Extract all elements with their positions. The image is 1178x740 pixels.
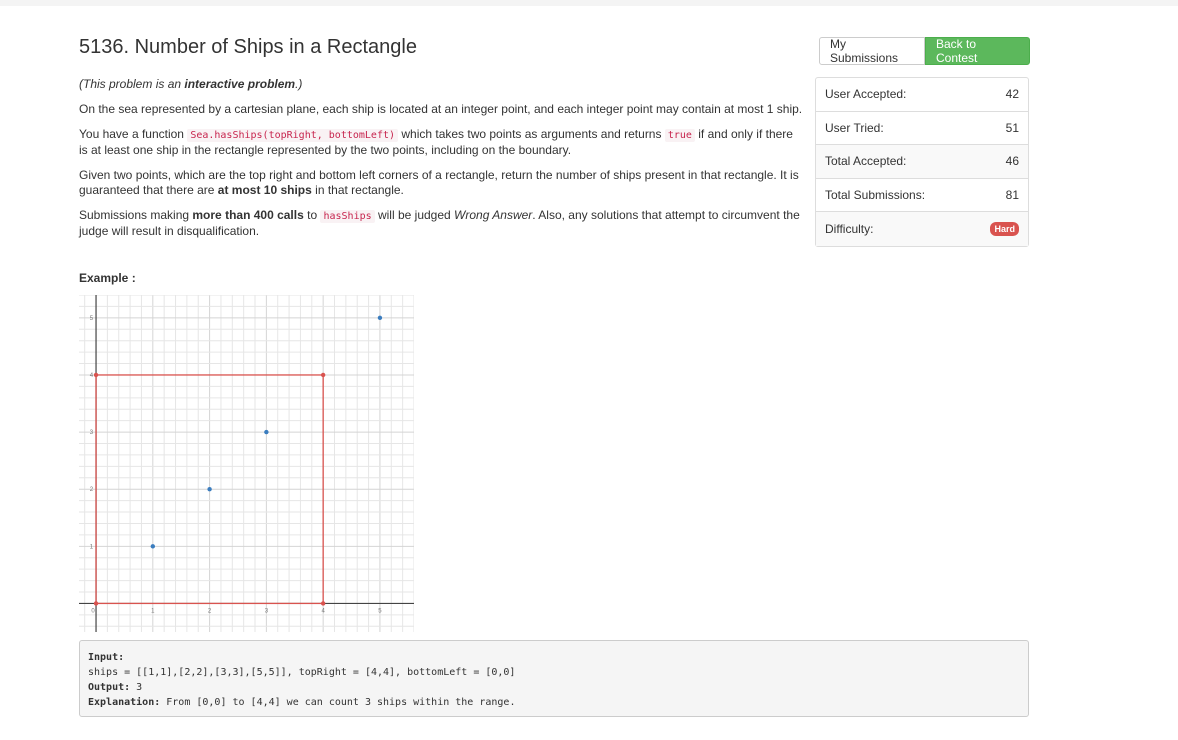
desc-text: will be judged: [374, 208, 455, 222]
rectangle-corner-point: [93, 601, 99, 606]
explanation-label: Explanation:: [88, 697, 161, 708]
input-label: Input:: [88, 652, 125, 663]
desc-text: You have a function: [79, 127, 188, 141]
y-tick-label: 1: [90, 544, 94, 550]
y-tick-label: 2: [90, 487, 94, 493]
desc-paragraph: Submissions making more than 400 calls t…: [79, 208, 804, 239]
desc-italic: Wrong Answer: [454, 208, 533, 222]
stat-row-user-tried: User Tried: 51: [816, 112, 1028, 146]
inline-code: Sea.hasShips(topRight, bottomLeft): [187, 129, 399, 142]
y-tick-label: 3: [90, 430, 94, 436]
input-value: ships = [[1,1],[2,2],[3,3],[5,5]], topRi…: [88, 667, 516, 678]
stat-row-difficulty: Difficulty: Hard: [816, 212, 1028, 246]
stat-label: Total Accepted:: [825, 154, 907, 169]
page-title: 5136. Number of Ships in a Rectangle: [79, 36, 417, 58]
stat-label: User Tried:: [825, 120, 884, 135]
desc-paragraph: On the sea represented by a cartesian pl…: [79, 102, 803, 116]
desc-bold: at most 10 ships: [217, 183, 312, 197]
input-line: Input:: [88, 650, 1020, 665]
stat-value: 42: [1005, 87, 1019, 102]
x-tick-label: 3: [265, 608, 269, 614]
stat-value: 81: [1005, 188, 1019, 203]
stat-label: Difficulty:: [825, 222, 874, 237]
stat-label: User Accepted:: [825, 87, 907, 102]
desc-text: Given two points, which are the top righ…: [79, 168, 799, 197]
desc-text: in that rectangle.: [311, 183, 404, 197]
difficulty-badge: Hard: [990, 222, 1019, 237]
x-tick-label: 0: [91, 608, 95, 614]
example-graph: 0 1 2 3 4 5 1 2 3 4 5: [79, 295, 414, 632]
desc-text: which takes two points as arguments and …: [398, 127, 665, 141]
desc-paragraph: (This problem is an interactive problem.…: [79, 77, 804, 92]
desc-bold: interactive problem: [184, 77, 296, 91]
y-tick-label: 4: [90, 373, 94, 379]
inline-code: true: [664, 129, 695, 142]
x-tick-label: 1: [151, 608, 155, 614]
desc-text: Submissions making: [79, 208, 193, 222]
output-line: Output: 3: [88, 680, 1020, 695]
x-tick-label: 2: [208, 608, 212, 614]
rectangle-corner-point: [320, 372, 326, 378]
rectangle-corner-point: [93, 372, 99, 378]
output-label: Output:: [88, 682, 131, 693]
my-submissions-button[interactable]: My Submissions: [819, 37, 925, 65]
stat-label: Total Submissions:: [825, 188, 926, 203]
explanation-value: From [0,0] to [4,4] we can count 3 ships…: [160, 697, 516, 708]
problem-description: (This problem is an interactive problem.…: [79, 77, 804, 249]
stat-value: 46: [1005, 154, 1019, 169]
stats-table: User Accepted: 42 User Tried: 51 Total A…: [815, 77, 1029, 247]
desc-paragraph: You have a function Sea.hasShips(topRigh…: [79, 127, 804, 158]
desc-bold: more than 400 calls: [192, 208, 304, 222]
inline-code: hasShips: [320, 210, 375, 223]
ship-point: [264, 429, 269, 435]
desc-text: (This problem is an: [79, 77, 185, 91]
top-bar: [0, 0, 1178, 6]
rectangle-corner-point: [320, 601, 326, 606]
ship-point: [207, 487, 212, 492]
stat-value: 51: [1005, 120, 1019, 135]
desc-text: .): [295, 77, 303, 91]
stat-row-user-accepted: User Accepted: 42: [816, 78, 1028, 112]
explanation-line: Explanation: From [0,0] to [4,4] we can …: [88, 695, 1020, 710]
output-value: 3: [130, 682, 143, 693]
stat-row-total-submissions: Total Submissions: 81: [816, 179, 1028, 213]
stat-row-total-accepted: Total Accepted: 46: [816, 145, 1028, 179]
x-tick-label: 4: [321, 608, 325, 614]
x-tick-label: 5: [378, 608, 382, 614]
desc-text: to: [303, 208, 321, 222]
example-io-block: Input: ships = [[1,1],[2,2],[3,3],[5,5]]…: [79, 640, 1029, 717]
back-to-contest-button[interactable]: Back to Contest: [925, 37, 1030, 65]
desc-paragraph: Given two points, which are the top righ…: [79, 168, 804, 198]
example-heading: Example :: [79, 271, 136, 285]
ship-point: [150, 544, 156, 549]
ship-point: [377, 315, 383, 321]
y-tick-label: 5: [90, 316, 94, 322]
action-buttons: My Submissions Back to Contest: [819, 37, 1030, 65]
